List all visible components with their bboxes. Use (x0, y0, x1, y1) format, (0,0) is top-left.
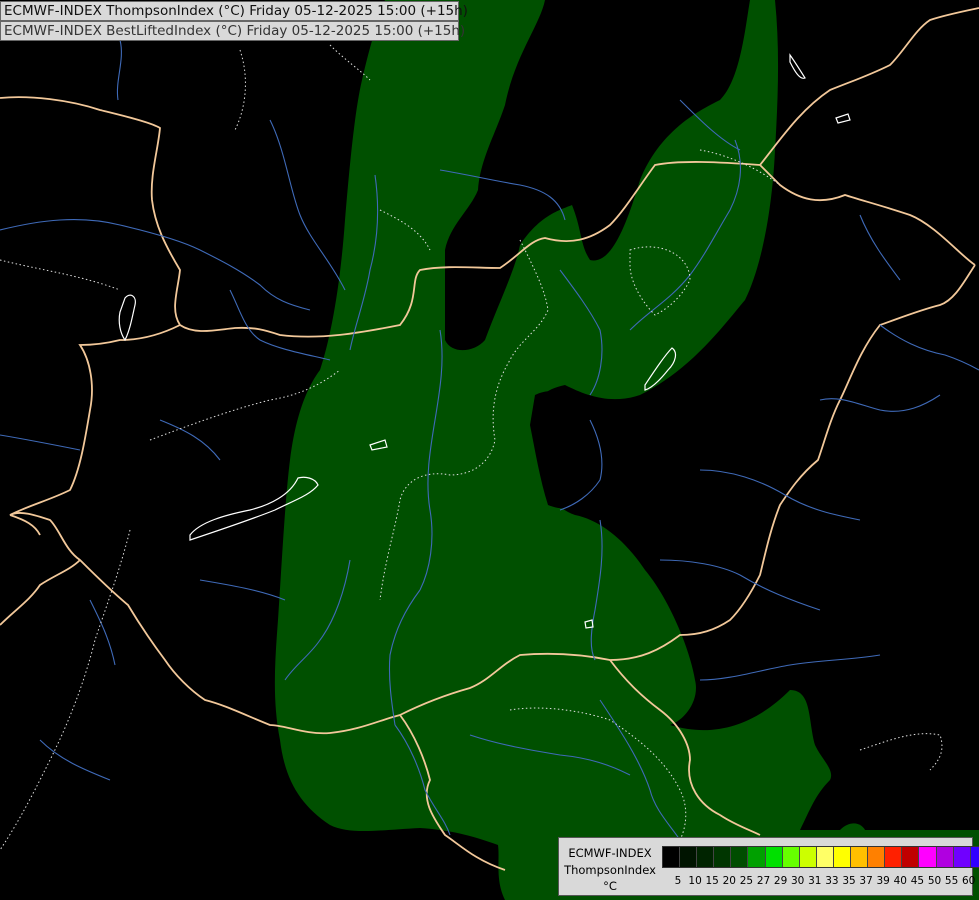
legend-swatch (799, 847, 817, 867)
legend-tick-label: 50 (927, 875, 942, 887)
legend-tick-label: 35 (842, 875, 856, 887)
legend-swatch (731, 847, 749, 867)
legend-swatch (885, 847, 903, 867)
legend-swatch (970, 847, 979, 867)
legend-swatch (680, 847, 698, 867)
legend-tick-label: 30 (791, 875, 805, 887)
legend-ticks: 5 10 15 20 25 27 29 30 31 33 35 37 39 40 45 50 55 60 (670, 875, 976, 889)
legend-tick-label: 55 (944, 875, 959, 887)
legend-tick-label: 10 (688, 875, 702, 887)
legend-parameter: ThompsonIndex (564, 863, 656, 877)
legend-tick-label: 29 (773, 875, 788, 887)
map-title-thompson: ECMWF-INDEX ThompsonIndex (°C) Friday 05… (0, 1, 468, 21)
legend-swatch (816, 847, 834, 867)
legend-swatch (663, 847, 681, 867)
legend-tick-label: 39 (876, 875, 890, 887)
weather-map (0, 0, 979, 900)
legend-tick-label: 5 (674, 875, 682, 887)
legend-tick-label: 40 (893, 875, 907, 887)
legend-swatch (851, 847, 869, 867)
color-legend: ECMWF-INDEX ThompsonIndex °C 5 10 15 20 25 27… (558, 837, 979, 896)
legend-swatch (833, 847, 852, 867)
map-title-bestlifted: ECMWF-INDEX BestLiftedIndex (°C) Friday … (0, 21, 465, 41)
legend-swatches (662, 846, 979, 868)
legend-model: ECMWF-INDEX (568, 846, 652, 860)
legend-swatch (765, 847, 783, 867)
legend-swatch (902, 847, 920, 867)
legend-unit: °C (603, 879, 617, 893)
legend-tick-label: 27 (756, 875, 771, 887)
legend-tick-label: 33 (825, 875, 839, 887)
legend-tick-label: 37 (859, 875, 873, 887)
legend-tick-label: 20 (722, 875, 736, 887)
legend-swatch (782, 847, 800, 867)
legend-swatch (697, 847, 715, 867)
legend-tick-label: 60 (962, 875, 976, 887)
legend-tick-label: 31 (808, 875, 822, 887)
legend-tick-label: 15 (705, 875, 719, 887)
legend-swatch (714, 847, 732, 867)
legend-tick-label: 25 (739, 875, 754, 887)
legend-swatch (953, 847, 971, 867)
legend-swatch (919, 847, 937, 867)
legend-swatch (748, 847, 766, 867)
legend-tick-label: 45 (910, 875, 925, 887)
legend-swatch (936, 847, 954, 867)
legend-swatch (868, 847, 886, 867)
